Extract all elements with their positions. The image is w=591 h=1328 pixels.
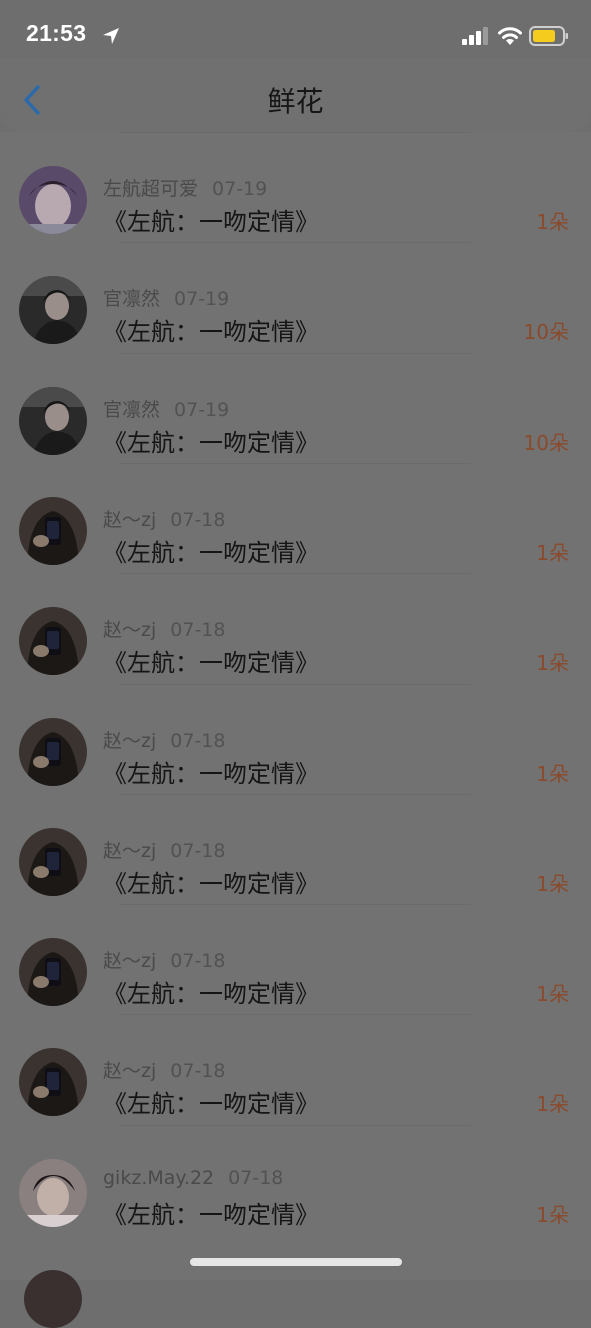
row-meta: 赵～zj 07-18	[103, 946, 225, 973]
row-meta: 赵～zj 07-18	[103, 505, 225, 532]
flower-count: 10朵	[523, 430, 569, 455]
list-item[interactable]: 官凛然 07-19 《左航：一吻定情》 10朵	[0, 352, 591, 463]
row-meta: 赵～zj 07-18	[103, 726, 225, 753]
username[interactable]: 赵～zj	[103, 509, 156, 531]
avatar[interactable]	[19, 276, 87, 345]
list-item[interactable]: 赵～zj 07-18 《左航：一吻定情》 1朵	[0, 904, 591, 1014]
username[interactable]: 赵～zj	[103, 950, 156, 972]
book-title[interactable]: 《左航：一吻定情》	[103, 312, 319, 347]
username[interactable]: 赵～zj	[103, 730, 156, 752]
list-item[interactable]: 赵～zj 07-18 《左航：一吻定情》 1朵	[0, 1014, 591, 1124]
row-divider	[120, 904, 471, 906]
date: 07-19	[174, 288, 230, 311]
avatar[interactable]	[19, 386, 87, 455]
username[interactable]: 赵～zj	[103, 619, 156, 641]
avatar	[24, 1270, 82, 1328]
date: 07-19	[212, 178, 268, 200]
date: 07-18	[170, 729, 226, 752]
list-item[interactable]: 官凛然 07-19 《左航：一吻定情》 10朵	[0, 242, 591, 352]
list-item[interactable]: 左航超可爱 07-19 《左航：一吻定情》 1朵	[0, 132, 591, 242]
flower-count: 1朵	[536, 871, 569, 896]
username[interactable]: 赵～zj	[103, 840, 156, 862]
book-title[interactable]: 《左航：一吻定情》	[103, 754, 319, 789]
username[interactable]: 官凛然	[103, 399, 160, 421]
book-title[interactable]: 《左航：一吻定情》	[103, 423, 319, 458]
date: 07-19	[174, 398, 230, 421]
book-title[interactable]: 《左航：一吻定情》	[103, 1084, 319, 1119]
row-divider	[120, 683, 471, 685]
row-meta: 官凛然 07-19	[103, 395, 229, 422]
book-title[interactable]: 《左航：一吻定情》	[103, 533, 319, 568]
status-bar: 21:53	[0, 0, 591, 58]
flower-count: 1朵	[536, 1202, 569, 1227]
avatar[interactable]	[19, 607, 87, 676]
book-title[interactable]: 《左航：一吻定情》	[103, 643, 319, 678]
list-item[interactable]: gikz.May.22 07-18 《左航：一吻定情》 1朵	[0, 1124, 591, 1235]
row-meta: 官凛然 07-19	[103, 284, 229, 311]
flower-list: 左航超可爱 07-19 《左航：一吻定情》 1朵 官凛然 07-19 《左航：一吻定情》 10…	[0, 132, 591, 1280]
book-title[interactable]: 《左航：一吻定情》	[103, 202, 319, 237]
flower-count: 1朵	[536, 651, 569, 676]
row-meta: 赵～zj 07-18	[103, 836, 225, 863]
avatar[interactable]	[19, 1158, 87, 1227]
date: 07-18	[170, 839, 226, 862]
book-title[interactable]: 《左航：一吻定情》	[103, 1195, 319, 1230]
battery-icon	[529, 26, 568, 46]
username[interactable]: 官凛然	[103, 288, 160, 310]
avatar[interactable]	[19, 496, 87, 565]
book-title[interactable]: 《左航：一吻定情》	[103, 864, 319, 899]
list-item[interactable]: 赵～zj 07-18 《左航：一吻定情》 1朵	[0, 793, 591, 904]
status-time: 21:53	[26, 20, 87, 46]
row-divider	[120, 242, 471, 244]
date: 07-18	[170, 619, 226, 642]
flower-count: 1朵	[536, 761, 569, 786]
username[interactable]: 赵～zj	[103, 1060, 156, 1082]
page-title: 鲜花	[267, 85, 324, 118]
flower-count: 1朵	[536, 210, 569, 234]
username[interactable]: 左航超可爱	[103, 178, 198, 200]
row-divider	[120, 462, 471, 464]
row-meta: gikz.May.22 07-18	[103, 1167, 283, 1189]
avatar[interactable]	[19, 166, 87, 234]
flower-count: 10朵	[523, 320, 569, 345]
flower-count: 1朵	[536, 540, 569, 565]
nav-bar: 鲜花	[0, 58, 591, 132]
username[interactable]: gikz.May.22	[103, 1167, 214, 1189]
cellular-signal-icon	[462, 27, 488, 45]
list-item[interactable]: 赵～zj 07-18 《左航：一吻定情》 1朵	[0, 462, 591, 573]
row-divider	[120, 793, 471, 795]
list-item[interactable]: 赵～zj 07-18 《左航：一吻定情》 1朵	[0, 573, 591, 683]
date: 07-18	[170, 950, 226, 973]
list-item[interactable]: 赵～zj 07-18 《左航：一吻定情》 1朵	[0, 683, 591, 794]
flower-count: 1朵	[536, 1092, 569, 1117]
location-arrow-icon	[103, 28, 119, 44]
row-divider	[120, 1124, 471, 1126]
row-meta: 赵～zj 07-18	[103, 615, 225, 642]
row-meta: 左航超可爱 07-19	[103, 174, 267, 201]
home-indicator	[190, 1258, 402, 1266]
row-meta: 赵～zj 07-18	[103, 1056, 225, 1083]
book-title[interactable]: 《左航：一吻定情》	[103, 974, 319, 1009]
row-divider	[120, 573, 471, 575]
date: 07-18	[170, 508, 226, 531]
avatar[interactable]	[19, 717, 87, 786]
wifi-icon	[498, 27, 522, 45]
row-divider	[120, 1014, 471, 1016]
date: 07-18	[170, 1060, 226, 1083]
flower-count: 1朵	[536, 982, 569, 1007]
avatar[interactable]	[19, 827, 87, 896]
row-divider	[120, 132, 471, 133]
row-divider	[120, 352, 471, 354]
date: 07-18	[228, 1166, 284, 1189]
avatar[interactable]	[19, 938, 87, 1007]
avatar[interactable]	[19, 1048, 87, 1117]
